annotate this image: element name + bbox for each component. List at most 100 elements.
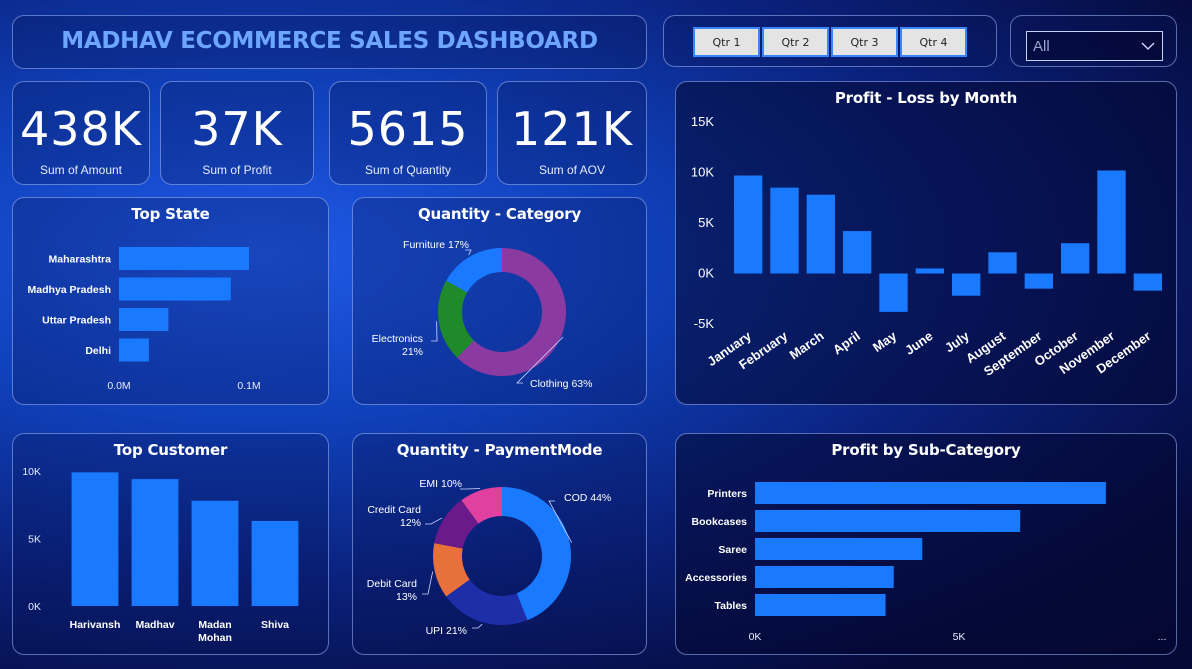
bar: [1133, 273, 1163, 291]
bar: [1024, 273, 1054, 289]
x-tick-label: 0.0M: [107, 380, 130, 392]
chevron-down-icon: [1141, 42, 1155, 51]
bar: [951, 273, 981, 296]
y-tick-label: 15K: [691, 114, 714, 129]
month-label: June: [902, 328, 935, 358]
y-tick-label: -5K: [694, 316, 715, 331]
leader-line: [425, 517, 443, 525]
dashboard-title: MADHAV ECOMMERCE SALES DASHBOARD: [61, 28, 598, 54]
profit-loss-month-panel: Profit - Loss by Month 15K 10K 5K 0K -5K Janu…: [675, 81, 1177, 405]
month-label: March: [787, 328, 827, 362]
y-tick-label: 5K: [698, 215, 714, 230]
bar: [1097, 170, 1126, 274]
category-label: Maharashtra: [49, 254, 112, 266]
quantity-paymentmode-panel: Quantity - PaymentMode COD 44% UPI 21% Deb…: [352, 433, 647, 655]
category-label: Madan Mohan: [198, 619, 232, 644]
top-state-panel: Top State Maharashtra Madhya Pradesh Uttar…: [12, 197, 329, 405]
bar: [755, 594, 886, 616]
leader-line: [472, 623, 483, 629]
leader-line: [431, 321, 438, 342]
kpi-card-profit: 37K Sum of Profit: [160, 81, 314, 185]
category-label: Madhav: [135, 619, 174, 631]
category-label: Harivansh: [70, 619, 121, 631]
quantity-category-panel: Quantity - Category Clothing 63% Electron…: [352, 197, 647, 405]
leader-line: [422, 571, 434, 595]
y-tick-label: 10K: [691, 165, 714, 180]
x-tick-label: 5K: [953, 631, 966, 643]
kpi-card-aov: 121K Sum of AOV: [497, 81, 647, 185]
bar: [806, 194, 836, 274]
category-label: Uttar Pradesh: [42, 315, 111, 327]
month-label: May: [870, 328, 900, 355]
bar: [119, 308, 169, 331]
category-label: Shiva: [261, 619, 289, 631]
top-state-chart: Maharashtra Madhya Pradesh Uttar Pradesh De…: [28, 247, 261, 392]
bar: [915, 268, 945, 274]
kpi-label: Sum of Amount: [39, 163, 123, 177]
bar: [842, 231, 872, 274]
x-tick-label: 0.1M: [237, 380, 260, 392]
slice-label: UPI 21%: [426, 625, 467, 637]
x-tick-label: 0K: [749, 631, 762, 643]
bar: [755, 538, 923, 560]
category-label: Bookcases: [692, 516, 748, 528]
bar: [119, 247, 249, 270]
bar: [119, 338, 149, 362]
slice-label: Debit Card 13%: [367, 578, 417, 603]
bar: [879, 273, 908, 312]
bar: [755, 566, 894, 588]
kpi-card-quantity: 5615 Sum of Quantity: [329, 81, 487, 185]
slice-label: Furniture 17%: [403, 239, 469, 251]
y-tick-label: 5K: [28, 534, 41, 546]
kpi-value: 37K: [191, 102, 283, 156]
filter-dropdown[interactable]: All: [1026, 31, 1163, 61]
top-customer-chart: 10K 5K 0K Harivansh Madhav Madan Mohan Shiva: [22, 466, 299, 644]
slice-label: COD 44%: [564, 492, 611, 504]
filter-panel: All: [1010, 15, 1177, 67]
bar: [733, 175, 763, 274]
y-tick-label: 10K: [22, 466, 41, 478]
qtr3-button[interactable]: Qtr 3: [831, 27, 898, 57]
category-label: Saree: [718, 544, 747, 556]
kpi-label: Sum of AOV: [538, 163, 606, 177]
kpi-value: 438K: [20, 102, 142, 156]
slice-label: Clothing 63%: [530, 378, 592, 390]
qtr4-button[interactable]: Qtr 4: [900, 27, 967, 57]
quantity-category-chart: Clothing 63% Electronics 21% Furniture 17%: [372, 239, 593, 390]
top-customer-panel: Top Customer 10K 5K 0K Harivansh Madhav Madan…: [12, 433, 329, 655]
y-tick-label: 0K: [28, 601, 41, 613]
bar: [251, 520, 299, 606]
bar: [71, 472, 119, 606]
kpi-label: Sum of Quantity: [364, 163, 452, 177]
bar: [119, 277, 231, 301]
category-label: Delhi: [85, 345, 111, 357]
kpi-value: 121K: [511, 102, 633, 156]
qtr2-button[interactable]: Qtr 2: [762, 27, 829, 57]
quarter-slicer: Qtr 1 Qtr 2 Qtr 3 Qtr 4: [663, 15, 997, 67]
category-label: Madhya Pradesh: [28, 284, 111, 296]
slice-label: Credit Card 12%: [367, 504, 421, 529]
bar: [770, 187, 799, 274]
bar: [1060, 243, 1090, 274]
title-panel: MADHAV ECOMMERCE SALES DASHBOARD: [12, 15, 647, 69]
category-label: Tables: [715, 600, 748, 612]
month-label: April: [830, 328, 863, 357]
bar: [131, 479, 179, 606]
profit-loss-month-chart: 15K10K5K0K-5KJanuaryFebruaryMarch April Ma…: [691, 114, 1163, 379]
slice-label: EMI 10%: [419, 478, 462, 490]
leader-line: [460, 488, 481, 490]
slice-label: Electronics 21%: [372, 333, 423, 358]
profit-subcategory-panel: Profit by Sub-Category Printers Bookcases…: [675, 433, 1177, 655]
y-tick-label: 0K: [698, 266, 714, 281]
kpi-label: Sum of Profit: [202, 163, 272, 177]
quantity-paymentmode-chart: COD 44% UPI 21% Debit Card 13% Credit Card 12…: [367, 478, 611, 637]
profit-subcategory-chart: Printers Bookcases Saree Accessories Tables 0…: [685, 482, 1167, 643]
kpi-card-amount: 438K Sum of Amount: [12, 81, 150, 185]
category-label: Printers: [707, 488, 747, 500]
qtr1-button[interactable]: Qtr 1: [693, 27, 760, 57]
x-tick-label: ...: [1158, 631, 1167, 643]
category-label: Accessories: [685, 572, 747, 584]
bar: [191, 500, 239, 606]
bar: [755, 510, 1021, 532]
filter-selected-value: All: [1033, 37, 1050, 55]
